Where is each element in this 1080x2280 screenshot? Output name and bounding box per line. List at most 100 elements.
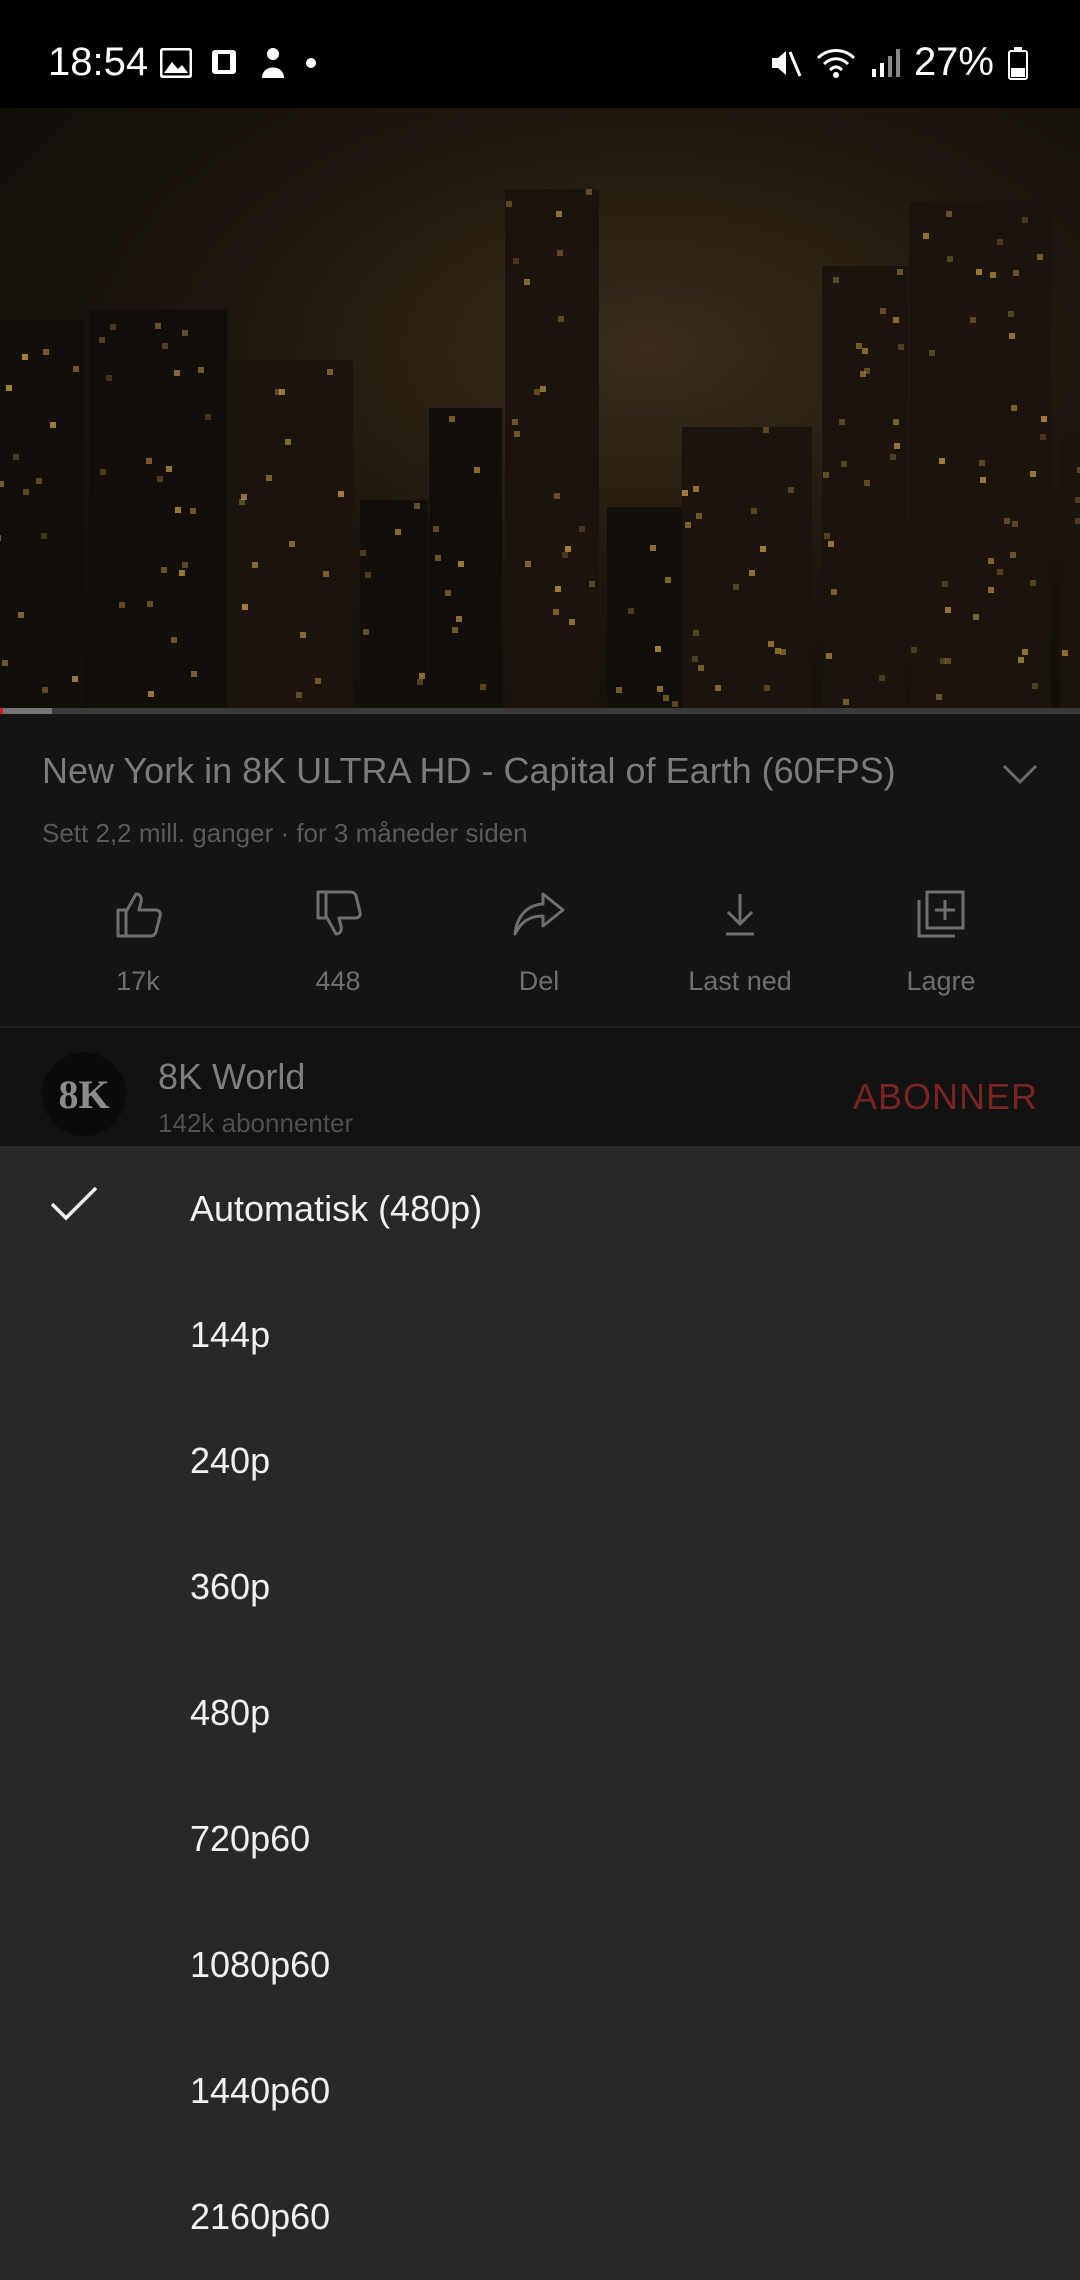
building-window bbox=[893, 317, 899, 323]
building-window bbox=[864, 480, 870, 486]
building-window bbox=[72, 676, 78, 682]
building-window bbox=[579, 526, 585, 532]
like-button[interactable]: 17k bbox=[38, 884, 238, 997]
skyline-building bbox=[89, 310, 227, 713]
building-window bbox=[1004, 518, 1010, 524]
status-left-icons bbox=[160, 46, 318, 80]
chevron-down-icon[interactable] bbox=[1000, 762, 1040, 786]
quality-option[interactable]: 1080p60 bbox=[0, 1902, 1080, 2028]
building-window bbox=[841, 461, 847, 467]
building-window bbox=[119, 602, 125, 608]
building-window bbox=[990, 272, 996, 278]
building-window bbox=[672, 701, 678, 707]
building-window bbox=[190, 508, 196, 514]
building-window bbox=[760, 546, 766, 552]
building-window bbox=[323, 571, 329, 577]
building-window bbox=[365, 572, 371, 578]
building-window bbox=[315, 678, 321, 684]
channel-row[interactable]: 8K 8K World 142k abonnenter ABONNER bbox=[0, 1028, 1080, 1146]
dislike-count: 448 bbox=[315, 966, 361, 996]
building-window bbox=[911, 647, 917, 653]
status-bar: 18:54 27% bbox=[0, 0, 1080, 108]
building-window bbox=[898, 344, 904, 350]
save-label: Lagre bbox=[906, 966, 976, 996]
building-window bbox=[18, 612, 24, 618]
app-icon bbox=[262, 48, 284, 78]
building-window bbox=[1011, 405, 1017, 411]
subscribe-button[interactable]: ABONNER bbox=[853, 1076, 1038, 1118]
building-window bbox=[512, 419, 518, 425]
download-button[interactable]: Last ned bbox=[640, 884, 840, 997]
building-window bbox=[1062, 650, 1068, 656]
building-window bbox=[936, 694, 942, 700]
save-button[interactable]: Lagre bbox=[841, 884, 1041, 997]
share-button[interactable]: Del bbox=[439, 884, 639, 997]
building-window bbox=[657, 686, 663, 692]
quality-option[interactable]: 240p bbox=[0, 1398, 1080, 1524]
building-window bbox=[939, 458, 945, 464]
building-window bbox=[655, 646, 661, 652]
quality-option[interactable]: 2160p60 bbox=[0, 2154, 1080, 2280]
building-window bbox=[110, 324, 116, 330]
building-window bbox=[864, 368, 870, 374]
status-right-icons: 27% bbox=[768, 40, 1028, 85]
building-window bbox=[6, 385, 12, 391]
building-window bbox=[663, 695, 669, 701]
building-window bbox=[682, 490, 688, 496]
building-window bbox=[171, 637, 177, 643]
quality-option[interactable]: Automatisk (480p) bbox=[0, 1146, 1080, 1272]
building-window bbox=[540, 386, 546, 392]
skyline-building bbox=[607, 507, 682, 713]
channel-avatar[interactable]: 8K bbox=[42, 1052, 126, 1136]
building-window bbox=[1041, 416, 1047, 422]
video-frame bbox=[0, 108, 1080, 713]
quality-option[interactable]: 480p bbox=[0, 1650, 1080, 1776]
battery-percent: 27% bbox=[913, 40, 994, 84]
building-window bbox=[296, 692, 302, 698]
quality-option[interactable]: 144p bbox=[0, 1272, 1080, 1398]
channel-name[interactable]: 8K World bbox=[158, 1056, 305, 1098]
battery-icon bbox=[1008, 46, 1028, 80]
building-window bbox=[685, 522, 691, 528]
building-window bbox=[650, 545, 656, 551]
quality-option[interactable]: 1440p60 bbox=[0, 2028, 1080, 2154]
quality-option[interactable]: 360p bbox=[0, 1524, 1080, 1650]
building-window bbox=[1009, 333, 1015, 339]
building-window bbox=[73, 366, 79, 372]
building-window bbox=[327, 369, 333, 375]
building-window bbox=[976, 269, 982, 275]
quality-option[interactable]: 720p60 bbox=[0, 1776, 1080, 1902]
building-window bbox=[862, 348, 868, 354]
video-title[interactable]: New York in 8K ULTRA HD - Capital of Ear… bbox=[42, 750, 972, 792]
notification-icon bbox=[212, 50, 236, 74]
building-window bbox=[182, 562, 188, 568]
building-window bbox=[749, 570, 755, 576]
building-window bbox=[182, 330, 188, 336]
building-window bbox=[988, 587, 994, 593]
skyline-building bbox=[682, 427, 812, 713]
building-window bbox=[395, 529, 401, 535]
building-window bbox=[205, 414, 211, 420]
building-window bbox=[946, 211, 952, 217]
channel-subscribers: 142k abonnenter bbox=[158, 1108, 354, 1138]
building-window bbox=[553, 609, 559, 615]
building-window bbox=[525, 561, 531, 567]
building-window bbox=[2, 660, 8, 666]
building-window bbox=[988, 558, 994, 564]
building-window bbox=[1018, 657, 1024, 663]
building-window bbox=[0, 481, 4, 487]
building-window bbox=[715, 685, 721, 691]
building-window bbox=[768, 641, 774, 647]
building-window bbox=[879, 675, 885, 681]
video-player[interactable] bbox=[0, 108, 1080, 713]
dislike-button[interactable]: 448 bbox=[238, 884, 438, 997]
building-window bbox=[554, 493, 560, 499]
building-window bbox=[41, 533, 47, 539]
building-window bbox=[562, 552, 568, 558]
building-window bbox=[166, 466, 172, 472]
building-window bbox=[146, 458, 152, 464]
building-window bbox=[36, 478, 42, 484]
building-window bbox=[1037, 254, 1043, 260]
building-window bbox=[923, 233, 929, 239]
skyline-building bbox=[909, 202, 1051, 713]
